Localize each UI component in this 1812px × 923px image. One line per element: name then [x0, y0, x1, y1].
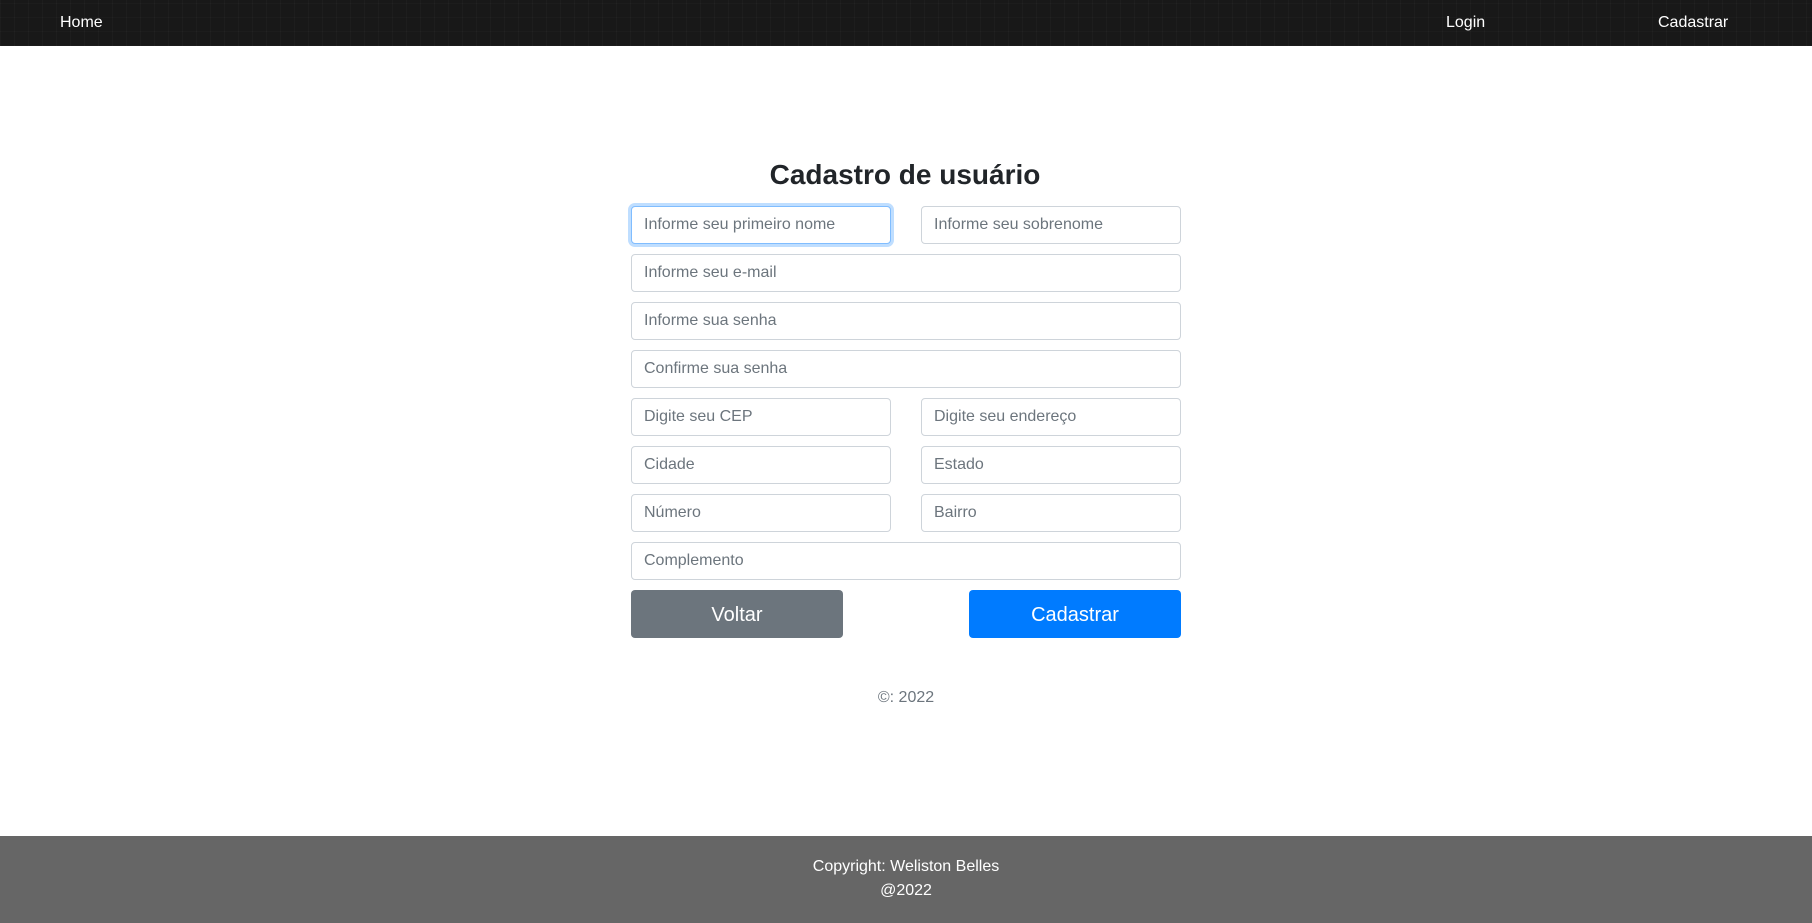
first-name-input[interactable]	[631, 206, 891, 244]
nav-home-link[interactable]: Home	[60, 0, 103, 46]
top-navbar: Home Login Cadastrar	[0, 0, 1812, 46]
password-input[interactable]	[631, 302, 1181, 340]
address-input[interactable]	[921, 398, 1181, 436]
back-button[interactable]: Voltar	[631, 590, 843, 638]
number-input[interactable]	[631, 494, 891, 532]
complement-input[interactable]	[631, 542, 1181, 580]
page-footer: Copyright: Weliston Belles @2022	[0, 836, 1812, 923]
page-title: Cadastro de usuário	[769, 159, 1041, 190]
register-button[interactable]: Cadastrar	[969, 590, 1181, 638]
last-name-input[interactable]	[921, 206, 1181, 244]
footer-year: @2022	[880, 882, 932, 899]
email-input[interactable]	[631, 254, 1181, 292]
city-input[interactable]	[631, 446, 891, 484]
form-copyright: ©: 2022	[877, 689, 935, 706]
state-input[interactable]	[921, 446, 1181, 484]
footer-copyright: Copyright: Weliston Belles	[812, 858, 1000, 875]
nav-cadastrar-link[interactable]: Cadastrar	[1658, 0, 1728, 46]
cep-input[interactable]	[631, 398, 891, 436]
nav-login-link[interactable]: Login	[1446, 0, 1485, 46]
neighborhood-input[interactable]	[921, 494, 1181, 532]
confirm-password-input[interactable]	[631, 350, 1181, 388]
